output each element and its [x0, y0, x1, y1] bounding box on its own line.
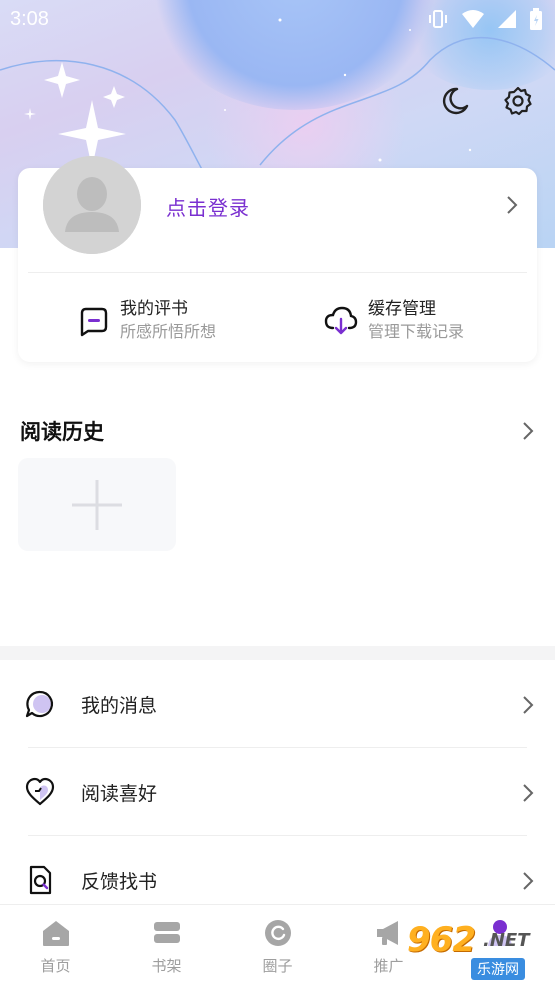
message-bubble-icon — [25, 690, 54, 718]
battery-icon — [530, 8, 542, 30]
watermark-suffix: .NET — [483, 930, 530, 951]
menu-label: 我的消息 — [81, 694, 158, 717]
chevron-right-icon — [523, 784, 534, 802]
heart-icon — [25, 777, 55, 806]
status-time: 3:08 — [10, 7, 49, 30]
vibrate-icon — [429, 10, 447, 28]
tab-label: 书架 — [151, 957, 182, 975]
menu-item-messages[interactable]: 我的消息 — [0, 660, 555, 748]
reading-history-title: 阅读历史 — [20, 420, 104, 444]
tab-circle[interactable]: 圈子 — [222, 905, 333, 988]
section-separator — [0, 646, 555, 660]
comment-box-icon — [80, 307, 108, 337]
cloud-download-icon — [324, 306, 358, 335]
plus-icon — [72, 480, 122, 530]
gear-icon[interactable] — [501, 84, 535, 118]
quick-subtitle: 所感所悟所想 — [120, 322, 217, 341]
tab-bookshelf[interactable]: 书架 — [111, 905, 222, 988]
menu-item-reading-preferences[interactable]: 阅读喜好 — [0, 748, 555, 836]
cache-management-button[interactable]: 缓存管理 管理下载记录 — [324, 298, 464, 344]
add-history-tile[interactable] — [18, 458, 176, 551]
chevron-right-icon[interactable] — [505, 194, 519, 216]
chevron-right-icon — [523, 696, 534, 714]
tab-home[interactable]: 首页 — [0, 905, 111, 988]
watermark-number: 962 — [407, 920, 476, 960]
menu-label: 阅读喜好 — [81, 782, 158, 805]
quick-title: 我的评书 — [120, 299, 188, 319]
chevron-right-icon[interactable] — [521, 420, 535, 442]
profile-card: 点击登录 我的评书 所感所悟所想 缓存管理 管理下载记录 — [18, 156, 537, 362]
my-reviews-button[interactable]: 我的评书 所感所悟所想 — [78, 298, 216, 344]
quick-subtitle: 管理下载记录 — [368, 322, 465, 341]
tab-label: 首页 — [40, 957, 71, 975]
status-bar: 3:08 — [0, 0, 555, 38]
search-book-icon — [29, 865, 52, 895]
megaphone-icon — [376, 921, 398, 945]
tab-label: 圈子 — [262, 957, 293, 975]
quick-title: 缓存管理 — [368, 299, 436, 319]
tab-label: 推广 — [373, 957, 404, 975]
home-icon — [42, 921, 69, 946]
bookshelf-icon — [153, 922, 180, 943]
watermark-site: 乐游网 — [471, 958, 525, 980]
site-watermark-logo: 962 .NET 乐游网 — [401, 918, 551, 984]
circle-icon — [264, 920, 291, 946]
login-link[interactable]: 点击登录 — [166, 192, 250, 221]
moon-icon[interactable] — [437, 84, 471, 118]
card-divider — [28, 272, 527, 273]
signal-icon — [498, 10, 516, 28]
default-avatar-icon[interactable] — [43, 156, 141, 254]
menu-label: 反馈找书 — [81, 870, 158, 893]
wifi-icon — [462, 10, 484, 28]
chevron-right-icon — [523, 872, 534, 890]
